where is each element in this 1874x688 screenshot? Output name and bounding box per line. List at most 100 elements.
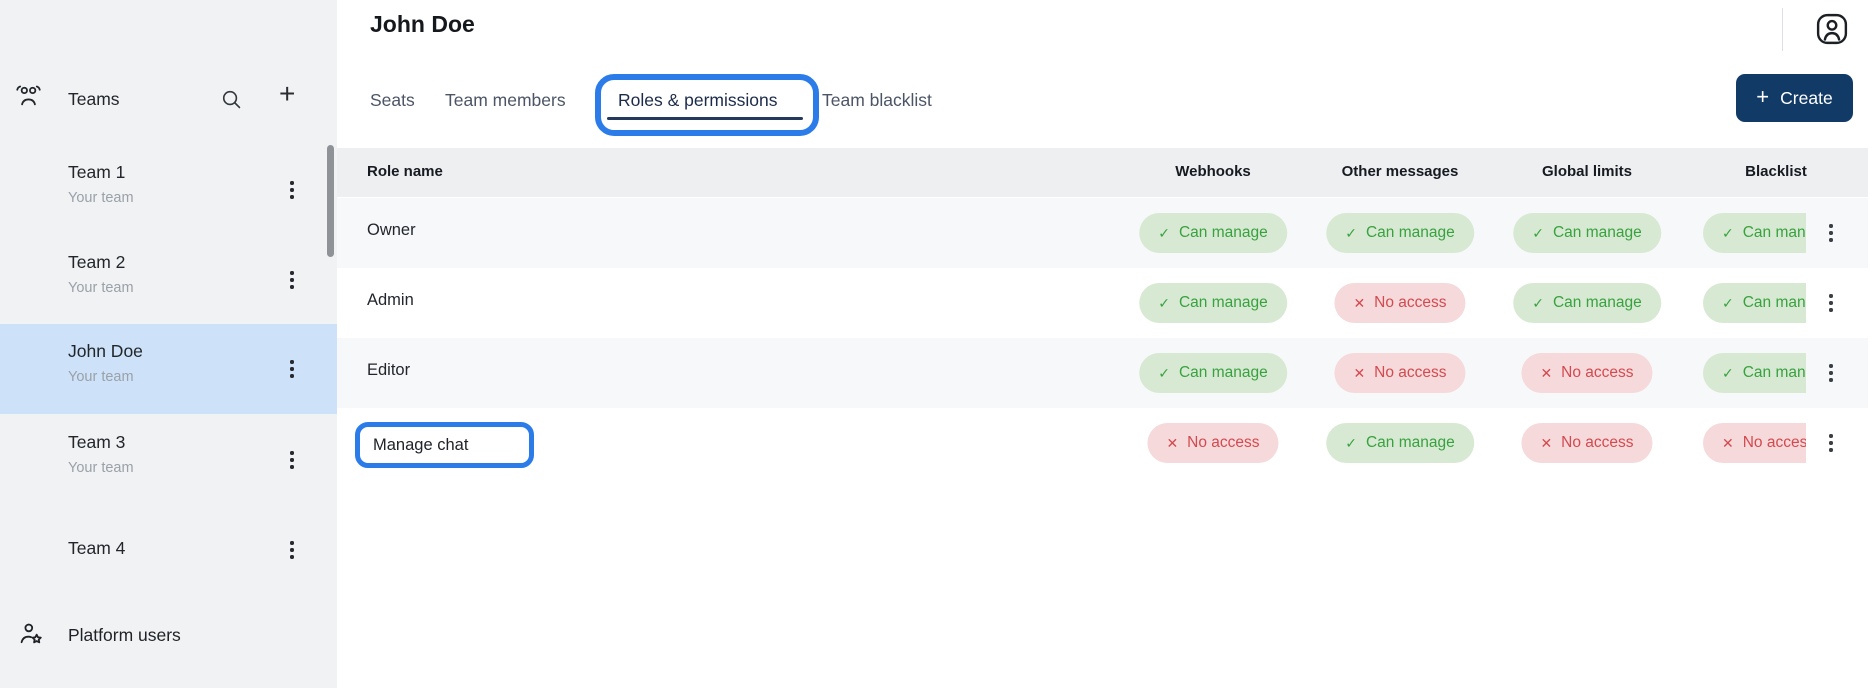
- role-name-input[interactable]: Manage chat: [355, 422, 534, 468]
- team-name: Team 4: [68, 538, 125, 559]
- badge-label: Can manage: [1179, 294, 1268, 312]
- table-row-editor: Editor ✓ Can manage ✕ No access ✕ No access…: [337, 338, 1868, 408]
- permission-badge[interactable]: ✓ Can manage: [1703, 283, 1806, 323]
- column-webhooks: Webhooks: [1175, 163, 1251, 180]
- table-row-manage-chat: ✕ No access ✓ Can manage ✕ No access ✕ No ac…: [337, 408, 1868, 478]
- role-name: Admin: [367, 291, 414, 310]
- table-row-owner: Owner ✓ Can manage ✓ Can manage ✓ Can manag…: [337, 198, 1868, 268]
- badge-label: Can manage: [1553, 224, 1642, 242]
- badge-label: No access: [1374, 294, 1446, 312]
- permission-badge[interactable]: ✕ No access: [1334, 283, 1465, 323]
- row-menu-icon[interactable]: [1822, 430, 1840, 456]
- cross-icon: ✕: [1540, 365, 1552, 382]
- permission-badge[interactable]: ✓ Can manage: [1139, 283, 1287, 323]
- team-name: Team 1: [68, 162, 125, 183]
- permission-badge[interactable]: ✓ Can manage: [1703, 213, 1806, 253]
- permission-badge[interactable]: ✓Can manage: [1139, 353, 1287, 393]
- permission-badge[interactable]: ✕ No access: [1703, 423, 1806, 463]
- badge-label: No access: [1561, 434, 1633, 452]
- permission-badge[interactable]: ✓ Can manage: [1513, 213, 1661, 253]
- team-subtitle: Your team: [68, 460, 134, 476]
- sidebar-item-team-1[interactable]: Team 1 Your team: [0, 145, 337, 235]
- team-menu-icon[interactable]: [283, 356, 301, 382]
- sidebar: Teams + Team 1 Your team Team 2 Your tea…: [0, 0, 337, 688]
- permission-badge[interactable]: ✓Can manage: [1513, 283, 1661, 323]
- sidebar-item-team-2[interactable]: Team 2 Your team: [0, 235, 337, 325]
- role-name: Owner: [367, 221, 416, 240]
- platform-users-label: Platform users: [68, 625, 181, 646]
- team-subtitle: Your team: [68, 369, 134, 385]
- badge-label: Can manage: [1743, 294, 1806, 312]
- check-icon: ✓: [1722, 365, 1734, 382]
- sidebar-title: Teams: [68, 89, 120, 110]
- badge-label: No access: [1374, 364, 1446, 382]
- check-icon: ✓: [1158, 295, 1170, 312]
- permission-badge[interactable]: ✓ Can manage: [1326, 423, 1474, 463]
- create-button-label: Create: [1780, 88, 1833, 109]
- cross-icon: ✕: [1353, 295, 1365, 312]
- badge-label: Can manage: [1743, 364, 1806, 382]
- check-icon: ✓: [1345, 435, 1357, 452]
- table-row-admin: Admin ✓ Can manage ✕ No access ✓ Can manage…: [337, 268, 1868, 338]
- cross-icon: ✕: [1166, 435, 1178, 452]
- column-other-messages: Other messages: [1342, 163, 1459, 180]
- check-icon: ✓: [1722, 225, 1734, 242]
- team-subtitle: Your team: [68, 190, 134, 206]
- check-icon: ✓: [1532, 295, 1544, 312]
- badge-label: Can manage: [1179, 364, 1268, 382]
- create-button[interactable]: + Create: [1736, 74, 1853, 122]
- badge-label: No access: [1743, 434, 1806, 452]
- badge-label: Can manage: [1179, 224, 1268, 242]
- badge-label: Can manage: [1366, 434, 1455, 452]
- column-role-name: Role name: [367, 163, 443, 180]
- team-menu-icon[interactable]: [283, 447, 301, 473]
- permission-badge[interactable]: ✕ No access: [1521, 423, 1652, 463]
- cross-icon: ✕: [1540, 435, 1552, 452]
- tab-seats[interactable]: Seats: [370, 90, 415, 111]
- badge-label: Can manage: [1743, 224, 1806, 242]
- permission-badge[interactable]: ✕ No access: [1147, 423, 1278, 463]
- permission-badge[interactable]: ✓Can manage: [1326, 213, 1474, 253]
- sidebar-item-team-4[interactable]: Team 4: [0, 505, 337, 595]
- table-header: Role name Webhooks Other messages Global…: [337, 148, 1868, 197]
- team-name: John Doe: [68, 341, 143, 362]
- column-global-limits: Global limits: [1542, 163, 1632, 180]
- badge-label: No access: [1561, 364, 1633, 382]
- row-menu-icon[interactable]: [1822, 220, 1840, 246]
- sidebar-item-team-3[interactable]: Team 3 Your team: [0, 415, 337, 505]
- tab-team-blacklist[interactable]: Team blacklist: [822, 90, 932, 111]
- search-icon[interactable]: [220, 88, 243, 116]
- team-menu-icon[interactable]: [283, 177, 301, 203]
- cross-icon: ✕: [1353, 365, 1365, 382]
- permission-badge[interactable]: ✕ No access: [1521, 353, 1652, 393]
- teams-group-icon: [15, 83, 42, 115]
- tab-team-members[interactable]: Team members: [445, 90, 566, 111]
- team-menu-icon[interactable]: [283, 267, 301, 293]
- app-window: Teams + Team 1 Your team Team 2 Your tea…: [0, 0, 1874, 688]
- team-menu-icon[interactable]: [283, 537, 301, 563]
- column-blacklist: Blacklist: [1745, 163, 1807, 180]
- plus-icon: +: [1756, 86, 1769, 108]
- check-icon: ✓: [1345, 225, 1357, 242]
- check-icon: ✓: [1158, 225, 1170, 242]
- check-icon: ✓: [1532, 225, 1544, 242]
- permission-badge[interactable]: ✕ No access: [1334, 353, 1465, 393]
- platform-users-icon: [18, 620, 45, 653]
- role-name: Editor: [367, 361, 410, 380]
- team-name: Team 3: [68, 432, 125, 453]
- cross-icon: ✕: [1722, 435, 1734, 452]
- row-menu-icon[interactable]: [1822, 360, 1840, 386]
- permission-badge[interactable]: ✓ Can manage: [1139, 213, 1287, 253]
- account-icon[interactable]: [1815, 12, 1849, 51]
- sidebar-item-platform-users[interactable]: Platform users: [0, 606, 337, 666]
- team-subtitle: Your team: [68, 280, 134, 296]
- page-title: John Doe: [370, 11, 475, 38]
- tab-roles-permissions[interactable]: Roles & permissions: [618, 90, 778, 111]
- row-menu-icon[interactable]: [1822, 290, 1840, 316]
- badge-label: No access: [1187, 434, 1259, 452]
- sidebar-item-john-doe[interactable]: John Doe Your team: [0, 324, 337, 414]
- add-team-button[interactable]: +: [279, 80, 295, 108]
- permission-badge[interactable]: ✓ Can manage: [1703, 353, 1806, 393]
- sidebar-scrollbar[interactable]: [327, 145, 334, 257]
- check-icon: ✓: [1722, 295, 1734, 312]
